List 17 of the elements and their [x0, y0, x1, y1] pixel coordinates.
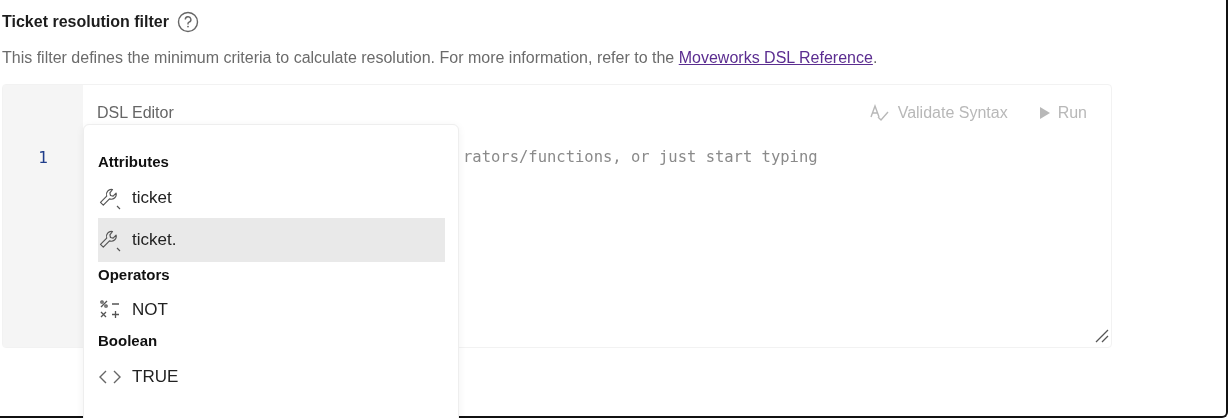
line-number: 1	[38, 147, 48, 169]
resize-handle-icon[interactable]	[1095, 329, 1109, 343]
group-heading: Attributes	[98, 152, 170, 172]
placeholder-text: rators/functions, or just start typing	[463, 147, 818, 168]
reference-link[interactable]: Moveworks DSL Reference	[678, 49, 873, 66]
suggestion-item[interactable]: NOT	[98, 292, 445, 328]
group-heading: Boolean	[98, 331, 159, 351]
spellcheck-icon	[869, 104, 890, 122]
help-icon[interactable]	[176, 11, 199, 33]
suggestion-item[interactable]: TRUE	[98, 358, 445, 395]
section-title: Ticket resolution filter	[2, 12, 169, 32]
suggestion-item[interactable]: ticket.	[98, 217, 445, 262]
play-icon	[1039, 107, 1050, 119]
editor-title: DSL Editor	[97, 103, 174, 123]
description-text: This filter defines the minimum criteria to calculate resolution. For more information, refer to the Moveworks DSL Reference.	[2, 48, 879, 68]
group-heading: Operators	[98, 264, 171, 285]
suggestion-item[interactable]: ticket	[98, 179, 445, 216]
